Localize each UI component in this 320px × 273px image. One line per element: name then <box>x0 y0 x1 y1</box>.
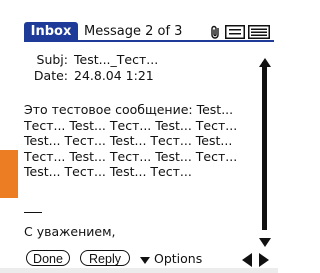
signature-separator <box>24 212 42 213</box>
message-counter: Message 2 of 3 <box>84 24 183 39</box>
scroll-thumb[interactable] <box>262 62 267 230</box>
subject-value: Test..._Тест... <box>74 52 159 67</box>
subject-line: Subj: Test..._Тест... <box>24 52 159 68</box>
signature-text: С уважением, <box>24 224 116 239</box>
options-label: Options <box>154 251 203 266</box>
bottom-strip <box>0 268 278 273</box>
mail-app-screen: Inbox Message 2 of 3 Subj: Test..._Тест.… <box>0 0 278 273</box>
reply-button[interactable]: Reply <box>80 250 130 266</box>
scrollbar[interactable] <box>258 52 272 247</box>
done-button[interactable]: Done <box>26 250 70 266</box>
subject-label: Subj: <box>36 52 68 67</box>
body-line: Тест... Test... Тест... Test... Тест... <box>24 148 238 164</box>
header-divider <box>24 40 274 42</box>
body-line: Это тестовое сообщение: Test... <box>24 102 234 117</box>
options-menu[interactable]: Options <box>140 251 202 268</box>
inbox-tab[interactable]: Inbox <box>24 22 78 41</box>
date-label: Date: <box>33 68 68 83</box>
body-line: Test... Тест... Test... Тест... Test... <box>24 133 233 148</box>
date-value: 24.8.04 1:21 <box>74 68 154 83</box>
orange-side-band <box>0 150 18 198</box>
message-nav <box>242 252 270 271</box>
body-line: Тест... Test... Тест... Test... Тест... <box>24 117 238 133</box>
next-message-icon[interactable] <box>259 252 270 271</box>
options-triangle-icon <box>140 252 150 268</box>
command-bar: Done Reply Options <box>26 250 274 268</box>
scroll-down-icon[interactable] <box>259 232 271 251</box>
body-line: Test... Тест... Test... Тест... <box>24 164 192 179</box>
prev-message-icon[interactable] <box>242 252 252 271</box>
message-body: Это тестовое сообщение: Test... Тест... … <box>24 102 252 180</box>
date-line: Date: 24.8.04 1:21 <box>24 68 154 84</box>
header-bar: Inbox Message 2 of 3 <box>24 22 274 42</box>
